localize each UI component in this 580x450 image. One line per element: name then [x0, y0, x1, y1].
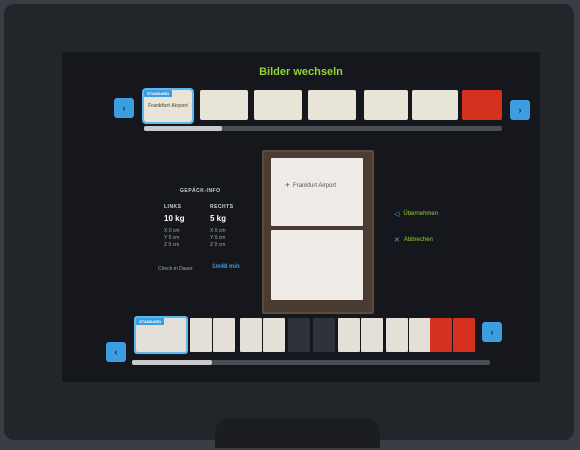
- thumb-option-2[interactable]: [200, 90, 248, 120]
- scrollbar-thumb[interactable]: [132, 360, 212, 365]
- left-label: LINKS: [164, 204, 182, 210]
- preview-panel-top: ✈ Frankfurt Airport: [271, 158, 363, 226]
- thumb-option-6[interactable]: [412, 90, 458, 120]
- bag-option-9[interactable]: [361, 318, 383, 352]
- thumb-option-5[interactable]: [364, 90, 408, 120]
- chevron-left-icon: ‹: [122, 103, 126, 113]
- chevron-right-icon: ›: [490, 327, 494, 337]
- luggage-preview: ✈ Frankfurt Airport: [262, 150, 374, 314]
- bag-option-4[interactable]: [240, 318, 262, 352]
- luggage-info-heading: GEPÄCK-INFO: [180, 188, 221, 194]
- right-weight: 5 kg: [210, 214, 227, 223]
- carousel-prev-button[interactable]: ‹: [114, 98, 134, 118]
- standard-tag: STANDARD: [144, 90, 173, 97]
- thumb-option-7[interactable]: [462, 90, 502, 120]
- bag-option-2[interactable]: [190, 318, 212, 352]
- bag-option-8[interactable]: [338, 318, 360, 352]
- scrollbar-thumb[interactable]: [144, 126, 222, 131]
- thumb-option-4[interactable]: [308, 90, 356, 120]
- airport-logo: ✈ Frankfurt Airport: [285, 182, 337, 190]
- chevron-left-icon: ‹: [114, 347, 118, 357]
- thumb-standard[interactable]: STANDARD Frankfurt Airport: [142, 88, 194, 124]
- bag-option-5[interactable]: [263, 318, 285, 352]
- chevron-right-icon: ›: [518, 105, 522, 115]
- standard-tag: STANDARD: [136, 318, 165, 325]
- bag-standard[interactable]: STANDARD: [134, 316, 188, 354]
- kiosk-screen: Bilder wechseln ‹ STANDARD Frankfurt Air…: [62, 52, 540, 382]
- bag-carousel-scrollbar[interactable]: [132, 360, 490, 365]
- right-dimensions: X 0 cm Y 0 cm Z 0 cm: [210, 228, 226, 248]
- left-weight: 10 kg: [164, 214, 185, 223]
- cancel-button[interactable]: ✕ Abbrechen: [394, 236, 433, 244]
- close-icon: ✕: [394, 237, 400, 244]
- bag-option-11[interactable]: [409, 318, 431, 352]
- carousel-next-button[interactable]: ›: [510, 100, 530, 120]
- bag-carousel-next-button[interactable]: ›: [482, 322, 502, 342]
- bag-option-10[interactable]: [386, 318, 408, 352]
- bag-option-3[interactable]: [213, 318, 235, 352]
- plane-icon: ✈: [285, 183, 291, 189]
- bag-carousel-prev-button[interactable]: ‹: [106, 342, 126, 362]
- bag-option-6[interactable]: [288, 318, 310, 352]
- bag-option-7[interactable]: [313, 318, 335, 352]
- bag-option-12[interactable]: [430, 318, 452, 352]
- monitor-stand: [215, 418, 380, 448]
- apply-button[interactable]: ◁ Übernehmen: [394, 210, 438, 218]
- left-dimensions: X 0 cm Y 0 cm Z 0 cm: [164, 228, 180, 248]
- thumb-brand: Frankfurt Airport: [148, 103, 188, 109]
- right-label: RECHTS: [210, 204, 234, 210]
- checkin-label: Check-in Dauer: [158, 266, 193, 272]
- checkin-value: 1m48 min: [212, 264, 240, 270]
- preview-panel-bottom: [271, 230, 363, 300]
- page-title: Bilder wechseln: [259, 66, 343, 78]
- thumb-option-3[interactable]: [254, 90, 302, 120]
- carousel-scrollbar[interactable]: [144, 126, 502, 131]
- bag-option-13[interactable]: [453, 318, 475, 352]
- apply-icon: ◁: [394, 211, 400, 218]
